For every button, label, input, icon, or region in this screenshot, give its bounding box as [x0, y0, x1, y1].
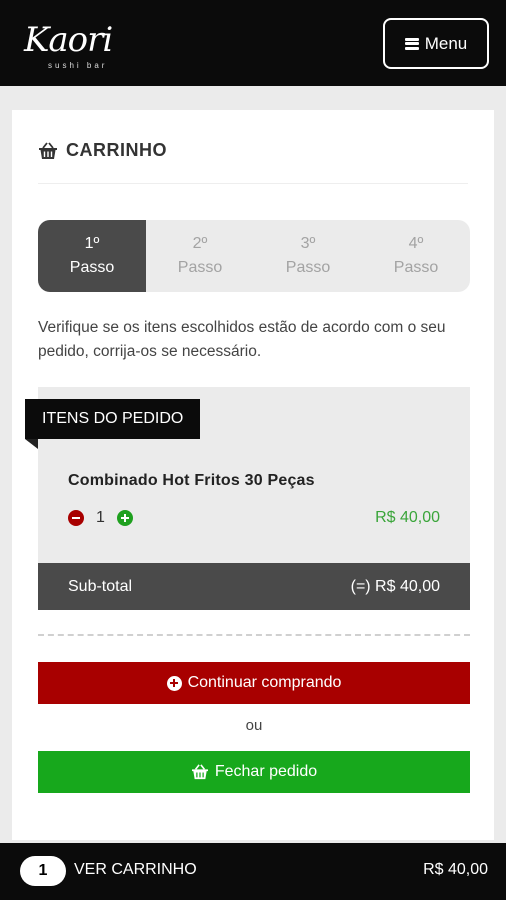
logo-subtitle: sushi bar — [48, 61, 108, 70]
cart-card: CARRINHO 1º Passo 2º Passo 3º Passo 4º P… — [12, 110, 494, 840]
cart-total: R$ 40,00 — [423, 861, 488, 878]
quantity-stepper: 1 — [68, 509, 133, 527]
step-3[interactable]: 3º Passo — [254, 220, 362, 292]
step-2[interactable]: 2º Passo — [146, 220, 254, 292]
cart-heading: CARRINHO — [38, 140, 167, 161]
quantity-value: 1 — [96, 509, 105, 526]
plus-circle-icon[interactable] — [116, 510, 133, 526]
header-divider — [38, 183, 468, 184]
step-label: Passo — [69, 259, 115, 276]
subtotal-value: (=) R$ 40,00 — [350, 577, 440, 595]
brand-logo[interactable]: Kaori sushi bar — [24, 16, 134, 72]
menu-icon — [404, 37, 419, 50]
subtotal-label: Sub-total — [68, 577, 133, 595]
step-label: Passo — [285, 259, 331, 276]
checkout-steps: 1º Passo 2º Passo 3º Passo 4º Passo — [38, 220, 470, 292]
plus-circle-icon — [166, 675, 182, 691]
bottom-cart-bar[interactable]: 1 VER CARRINHO R$ 40,00 — [0, 843, 506, 900]
step-number: 2º — [192, 235, 208, 252]
ribbon-fold — [25, 439, 38, 449]
cart-count-badge: 1 — [20, 856, 66, 886]
basket-icon — [191, 764, 208, 780]
step-label: Passo — [177, 259, 223, 276]
order-items-panel: ITENS DO PEDIDO Combinado Hot Fritos 30 … — [25, 387, 470, 563]
step-number: 1º — [84, 235, 100, 252]
dashed-divider — [38, 634, 470, 636]
order-items-title: ITENS DO PEDIDO — [25, 399, 201, 439]
checkout-button[interactable]: Fechar pedido — [38, 751, 470, 793]
step-number: 4º — [408, 235, 424, 252]
checkout-label: Fechar pedido — [214, 763, 318, 780]
view-cart-link[interactable]: VER CARRINHO — [74, 861, 197, 879]
step-number: 3º — [300, 235, 316, 252]
basket-icon — [39, 141, 57, 159]
continue-shopping-button[interactable]: Continuar comprando — [38, 662, 470, 704]
item-name: Combinado Hot Fritos 30 Peças — [68, 472, 315, 489]
top-navbar: Kaori sushi bar Menu — [0, 0, 506, 86]
menu-button[interactable]: Menu — [383, 18, 489, 69]
step-4[interactable]: 4º Passo — [362, 220, 470, 292]
minus-circle-icon[interactable] — [68, 510, 84, 526]
step-label: Passo — [393, 259, 439, 276]
instructions-text: Verifique se os itens escolhidos estão d… — [38, 319, 446, 360]
page-title: CARRINHO — [66, 140, 167, 160]
continue-shopping-label: Continuar comprando — [187, 674, 342, 691]
or-separator: ou — [245, 717, 263, 734]
subtotal-bar: Sub-total (=) R$ 40,00 — [38, 563, 470, 610]
item-price: R$ 40,00 — [375, 509, 440, 526]
menu-button-label: Menu — [424, 33, 468, 53]
step-1[interactable]: 1º Passo — [38, 220, 146, 292]
logo-wordmark: Kaori — [24, 20, 113, 60]
